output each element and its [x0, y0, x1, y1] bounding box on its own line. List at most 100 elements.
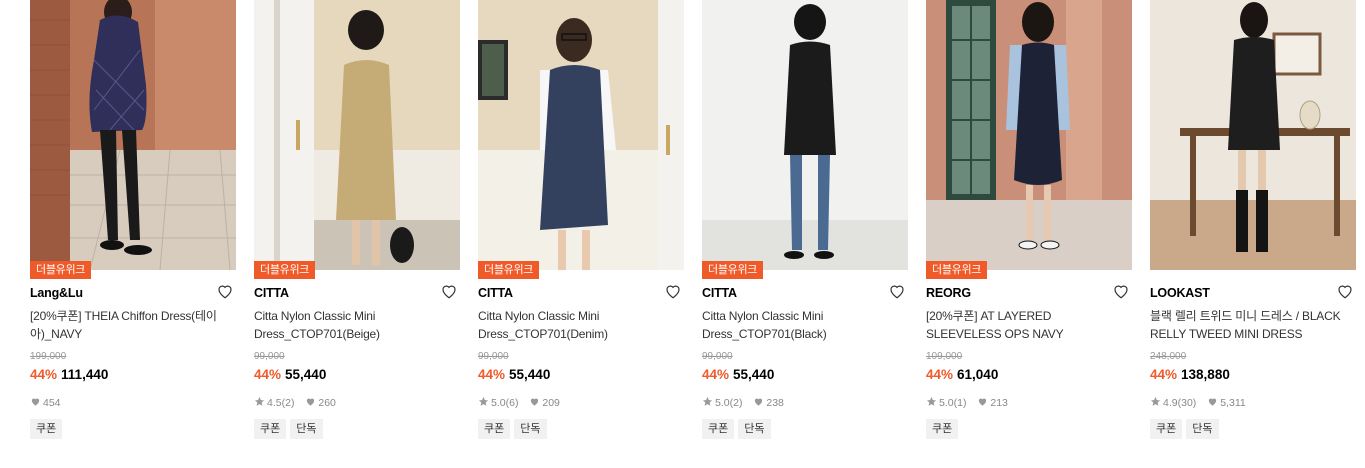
- product-image[interactable]: [702, 0, 908, 270]
- likes-count: 260: [318, 397, 336, 409]
- product-image[interactable]: [30, 0, 236, 270]
- stats-row: 4.9(30) 5,311: [1150, 396, 1254, 409]
- heart-icon[interactable]: [440, 282, 458, 300]
- heart-icon[interactable]: [1112, 282, 1130, 300]
- discount-rate: 44%: [254, 367, 282, 382]
- likes: 209: [529, 397, 560, 409]
- brand-name[interactable]: CITTA: [254, 286, 289, 300]
- tag: 쿠폰: [478, 419, 511, 439]
- stats-row: 454: [30, 396, 69, 409]
- tag-list: 쿠폰: [926, 419, 962, 439]
- product-image[interactable]: [926, 0, 1132, 270]
- rating: 5.0(1): [926, 396, 969, 409]
- product-title[interactable]: Citta Nylon Classic Mini Dress_CTOP701(B…: [702, 307, 902, 343]
- original-price: 99,000: [254, 351, 285, 362]
- heart-filled-icon: [755, 398, 763, 406]
- price-row: 44% 55,440: [478, 367, 550, 382]
- product-title[interactable]: 블랙 렐리 트위드 미니 드레스 / BLACK RELLY TWEED MIN…: [1150, 307, 1350, 343]
- likes: 238: [753, 397, 784, 409]
- tag: 단독: [738, 419, 771, 439]
- discount-rate: 44%: [1150, 367, 1178, 382]
- product-title[interactable]: Citta Nylon Classic Mini Dress_CTOP701(D…: [478, 307, 678, 343]
- heart-icon[interactable]: [664, 282, 682, 300]
- brand-name[interactable]: REORG: [926, 286, 971, 300]
- product-card[interactable]: 더블유위크 Lang&Lu [20%쿠폰] THEIA Chiffon Dres…: [30, 0, 236, 468]
- product-card[interactable]: 더블유위크 CITTA Citta Nylon Classic Mini Dre…: [254, 0, 460, 468]
- likes: 260: [305, 397, 336, 409]
- review-count: (6): [505, 397, 519, 409]
- product-grid: 더블유위크 Lang&Lu [20%쿠폰] THEIA Chiffon Dres…: [30, 0, 1365, 468]
- promo-badge: 더블유위크: [254, 261, 316, 279]
- rating: 5.0(6): [478, 396, 521, 409]
- heart-filled-icon: [31, 398, 40, 406]
- brand-name[interactable]: Lang&Lu: [30, 286, 83, 300]
- promo-badge: 더블유위크: [30, 261, 92, 279]
- product-title[interactable]: Citta Nylon Classic Mini Dress_CTOP701(B…: [254, 307, 454, 343]
- promo-badge: 더블유위크: [926, 261, 988, 279]
- likes-count: 454: [43, 397, 61, 409]
- review-count: (2): [729, 397, 743, 409]
- review-count: (1): [953, 397, 967, 409]
- tag: 단독: [514, 419, 547, 439]
- product-card[interactable]: LOOKAST 블랙 렐리 트위드 미니 드레스 / BLACK RELLY T…: [1150, 0, 1356, 468]
- original-price: 248,000: [1150, 351, 1187, 362]
- sale-price: 55,440: [509, 367, 551, 382]
- price-row: 44% 61,040: [926, 367, 998, 382]
- product-image[interactable]: [254, 0, 460, 270]
- sale-price: 61,040: [957, 367, 999, 382]
- heart-filled-icon: [1209, 398, 1217, 406]
- star-icon: [254, 396, 265, 406]
- heart-filled-icon: [979, 398, 987, 406]
- price-row: 44% 55,440: [702, 367, 774, 382]
- discount-rate: 44%: [926, 367, 954, 382]
- product-card[interactable]: 더블유위크 REORG [20%쿠폰] AT LAYERED SLEEVELES…: [926, 0, 1132, 468]
- likes-count: 5,311: [1220, 397, 1246, 409]
- review-count: (30): [1177, 397, 1197, 409]
- discount-rate: 44%: [702, 367, 730, 382]
- tag: 쿠폰: [254, 419, 287, 439]
- sale-price: 55,440: [285, 367, 327, 382]
- likes: 213: [977, 397, 1008, 409]
- rating-value: 5.0: [715, 397, 730, 409]
- discount-rate: 44%: [478, 367, 506, 382]
- tag: 단독: [290, 419, 323, 439]
- brand-name[interactable]: CITTA: [702, 286, 737, 300]
- sale-price: 55,440: [733, 367, 775, 382]
- product-title[interactable]: [20%쿠폰] THEIA Chiffon Dress(테이아)_NAVY: [30, 307, 230, 343]
- likes: 454: [30, 397, 61, 409]
- likes-count: 209: [542, 397, 560, 409]
- tag-list: 쿠폰: [30, 419, 66, 439]
- original-price: 99,000: [702, 351, 733, 362]
- product-image[interactable]: [478, 0, 684, 270]
- tag: 단독: [1186, 419, 1219, 439]
- rating-value: 4.5: [267, 397, 282, 409]
- original-price: 109,000: [926, 351, 963, 362]
- review-count: (2): [281, 397, 295, 409]
- original-price: 199,000: [30, 351, 67, 362]
- price-row: 44% 111,440: [30, 367, 108, 382]
- tag: 쿠폰: [30, 419, 63, 439]
- product-card[interactable]: 더블유위크 CITTA Citta Nylon Classic Mini Dre…: [702, 0, 908, 468]
- rating-value: 5.0: [939, 397, 954, 409]
- sale-price: 111,440: [61, 367, 109, 382]
- stats-row: 5.0(2) 238: [702, 396, 792, 409]
- brand-name[interactable]: CITTA: [478, 286, 513, 300]
- heart-filled-icon: [307, 398, 315, 406]
- brand-name[interactable]: LOOKAST: [1150, 286, 1210, 300]
- heart-filled-icon: [531, 398, 539, 406]
- product-card[interactable]: 더블유위크 CITTA Citta Nylon Classic Mini Dre…: [478, 0, 684, 468]
- star-icon: [926, 396, 937, 406]
- star-icon: [1150, 396, 1161, 406]
- heart-icon[interactable]: [1336, 282, 1354, 300]
- product-title[interactable]: [20%쿠폰] AT LAYERED SLEEVELESS OPS NAVY: [926, 307, 1126, 343]
- heart-icon[interactable]: [216, 282, 234, 300]
- tag: 쿠폰: [702, 419, 735, 439]
- tag-list: 쿠폰 단독: [254, 419, 327, 439]
- sale-price: 138,880: [1181, 367, 1230, 382]
- product-image[interactable]: [1150, 0, 1356, 270]
- heart-icon[interactable]: [888, 282, 906, 300]
- rating: 4.5(2): [254, 396, 297, 409]
- tag: 쿠폰: [1150, 419, 1183, 439]
- rating: 5.0(2): [702, 396, 745, 409]
- promo-badge: 더블유위크: [478, 261, 540, 279]
